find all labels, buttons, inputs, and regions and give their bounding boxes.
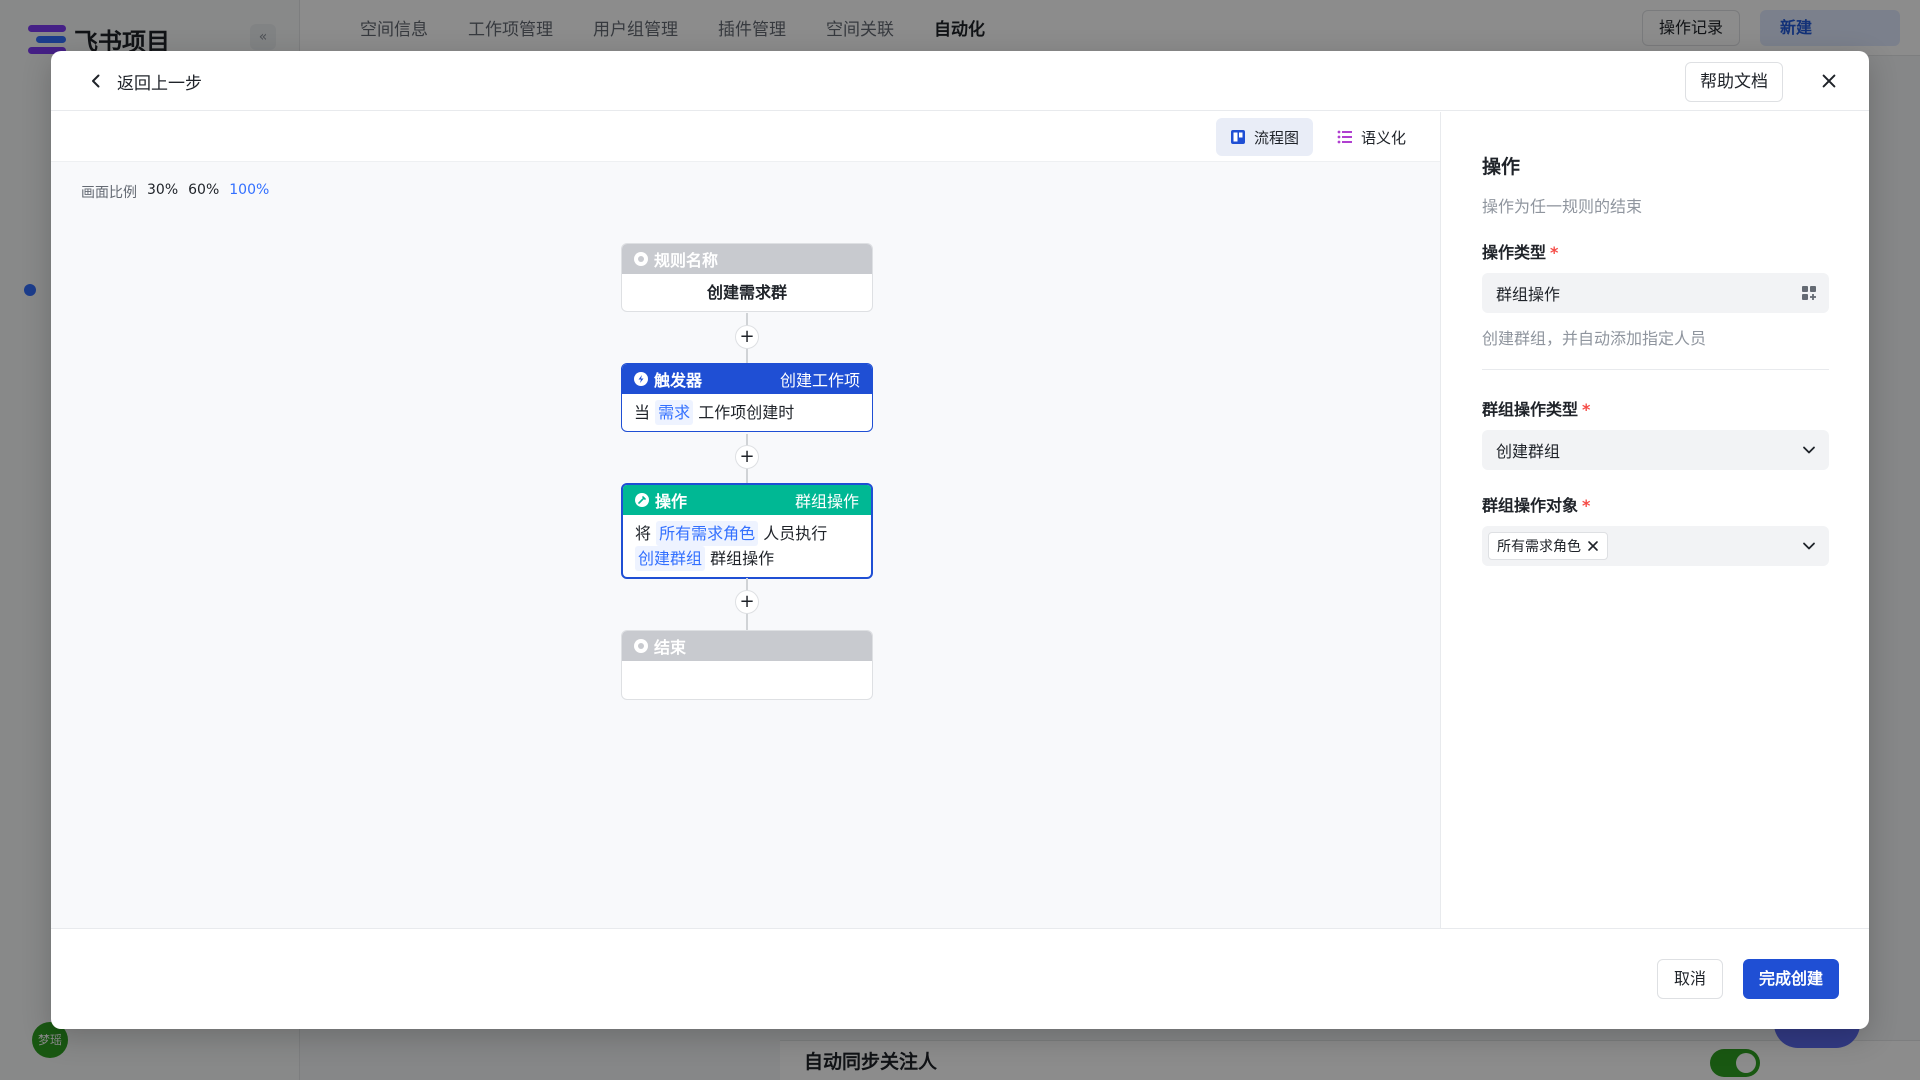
trigger-node-title: 触发器	[654, 371, 703, 390]
required-mark: *	[1582, 496, 1591, 515]
help-docs-button[interactable]: 帮助文档	[1685, 62, 1783, 102]
action-type: 群组操作	[794, 492, 859, 511]
trigger-suffix: 工作项创建时	[698, 403, 795, 422]
zoom-30[interactable]: 30%	[147, 182, 178, 202]
group-op-type-label-text: 群组操作类型	[1482, 400, 1579, 419]
chevron-down-icon	[1803, 542, 1815, 550]
trigger-type: 创建工作项	[779, 371, 860, 390]
back-label: 返回上一步	[117, 73, 202, 94]
action-line-2: 创建群组 群组操作	[635, 546, 859, 571]
end-node[interactable]: 结束	[621, 630, 873, 700]
op-type-value: 群组操作	[1496, 285, 1561, 304]
close-icon[interactable]	[1817, 69, 1841, 93]
trigger-icon	[634, 372, 648, 386]
action-op-suffix: 群组操作	[710, 549, 775, 568]
play-icon	[634, 252, 648, 266]
modal-footer: 取消 完成创建	[51, 928, 1869, 1029]
remove-tag-icon[interactable]	[1587, 540, 1599, 552]
target-tag-label: 所有需求角色	[1497, 539, 1581, 555]
stop-icon	[634, 639, 648, 653]
zoom-100[interactable]: 100%	[229, 182, 269, 202]
action-node-body: 将 所有需求角色 人员执行 创建群组 群组操作	[623, 515, 871, 577]
rule-name-node[interactable]: 规则名称 创建需求群	[621, 243, 873, 312]
add-step-button[interactable]: +	[735, 445, 759, 469]
group-op-target-label: 群组操作对象 *	[1482, 492, 1829, 516]
group-op-type-label: 群组操作类型 *	[1482, 396, 1829, 420]
op-type-label: 操作类型 *	[1482, 239, 1829, 263]
canvas-toolbar: 流程图 语义化	[51, 112, 1440, 162]
group-op-type-value: 创建群组	[1496, 442, 1561, 461]
action-line-1: 将 所有需求角色 人员执行	[635, 521, 859, 546]
view-switch: 流程图 语义化	[1215, 118, 1420, 156]
list-icon	[1337, 130, 1352, 144]
action-node-header: 操作 群组操作	[623, 485, 871, 515]
flowchart-icon	[1230, 130, 1245, 144]
zoom-control: 画面比例 30% 60% 100%	[81, 182, 269, 202]
op-type-select[interactable]: 群组操作	[1482, 273, 1829, 313]
target-tag: 所有需求角色	[1488, 532, 1608, 560]
trigger-node[interactable]: 触发器 创建工作项 当 需求 工作项创建时	[621, 363, 873, 432]
rule-name-node-header: 规则名称	[622, 244, 872, 274]
action-op-chip: 创建群组	[635, 546, 706, 571]
add-step-button[interactable]: +	[735, 590, 759, 614]
chevron-down-icon	[1803, 446, 1815, 454]
panel-title: 操作	[1482, 156, 1521, 178]
required-mark: *	[1582, 400, 1591, 419]
rule-name-value: 创建需求群	[706, 283, 787, 302]
flow-canvas[interactable]: 流程图 语义化 画面比例 30% 60% 100% 规则名称 创建需求群 + 触…	[51, 112, 1441, 928]
action-config-panel: 操作 操作为任一规则的结束 操作类型 * 群组操作 创建群组，并自动添加指定人员 …	[1442, 112, 1869, 928]
trigger-prefix: 当	[634, 403, 651, 422]
panel-description: 操作为任一规则的结束	[1482, 197, 1643, 216]
apps-icon	[1802, 286, 1816, 300]
group-op-type-select[interactable]: 创建群组	[1482, 430, 1829, 470]
flowchart-view-label: 流程图	[1253, 128, 1299, 147]
action-node[interactable]: 操作 群组操作 将 所有需求角色 人员执行 创建群组 群组操作	[621, 483, 873, 579]
zoom-60[interactable]: 60%	[188, 182, 219, 202]
trigger-node-body: 当 需求 工作项创建时	[622, 394, 872, 431]
panel-divider	[1482, 369, 1829, 370]
trigger-node-header: 触发器 创建工作项	[622, 364, 872, 394]
cancel-button[interactable]: 取消	[1656, 959, 1723, 999]
rule-name-node-title: 规则名称	[654, 251, 719, 270]
op-type-hint: 创建群组，并自动添加指定人员	[1482, 329, 1707, 348]
op-type-label-text: 操作类型	[1482, 243, 1547, 262]
action-suffix: 人员执行	[763, 524, 828, 543]
end-node-title: 结束	[654, 638, 687, 657]
chevron-left-icon	[92, 74, 100, 88]
group-op-target-select[interactable]: 所有需求角色	[1482, 526, 1829, 566]
flowchart-view-button[interactable]: 流程图	[1215, 118, 1313, 156]
action-prefix: 将	[635, 524, 652, 543]
action-icon	[635, 493, 649, 507]
action-role-chip: 所有需求角色	[656, 521, 759, 546]
complete-create-button[interactable]: 完成创建	[1742, 959, 1839, 999]
back-button[interactable]: 返回上一步	[87, 67, 202, 95]
automation-modal: 返回上一步 帮助文档 流程图 语义化 画面比例 30% 60% 100% 规则名…	[51, 51, 1869, 1029]
semantic-view-label: 语义化	[1360, 128, 1406, 147]
trigger-workitem-chip: 需求	[655, 400, 694, 425]
modal-header: 返回上一步 帮助文档	[51, 51, 1869, 111]
zoom-label: 画面比例	[81, 185, 137, 201]
action-node-title: 操作	[655, 492, 688, 511]
end-node-header: 结束	[622, 631, 872, 661]
group-op-target-label-text: 群组操作对象	[1482, 496, 1579, 515]
add-step-button[interactable]: +	[735, 325, 759, 349]
required-mark: *	[1550, 243, 1559, 262]
semantic-view-button[interactable]: 语义化	[1323, 118, 1420, 156]
